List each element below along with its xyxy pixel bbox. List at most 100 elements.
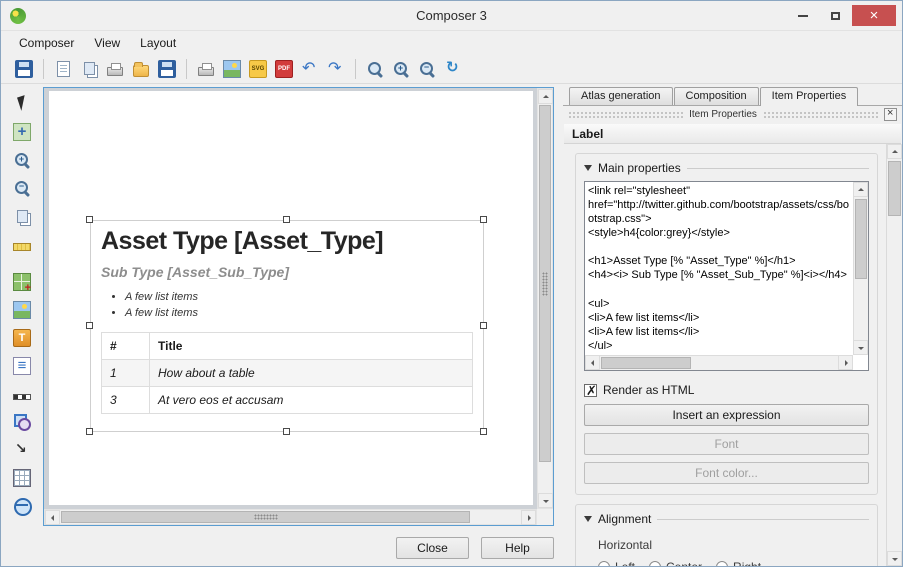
scroll-down-arrow[interactable] — [853, 340, 868, 355]
label-item-subheading: Sub Type [Asset_Sub_Type] — [101, 264, 473, 280]
save-project-button[interactable] — [11, 56, 37, 82]
selection-handle[interactable] — [480, 428, 487, 435]
undo-button[interactable] — [297, 56, 323, 82]
add-scalebar-button[interactable] — [9, 381, 35, 407]
zoom-full-button[interactable] — [362, 56, 388, 82]
main-properties-header[interactable]: Main properties — [584, 159, 869, 177]
alignment-header[interactable]: Alignment — [584, 510, 869, 528]
scroll-thumb[interactable] — [888, 161, 901, 216]
export-as-pdf-button[interactable] — [271, 56, 297, 82]
select-move-item-button[interactable] — [9, 91, 35, 117]
canvas-horizontal-scrollbar[interactable] — [44, 509, 537, 525]
dock-grip — [568, 111, 683, 118]
redo-button[interactable] — [323, 56, 349, 82]
scroll-down-arrow[interactable] — [538, 493, 553, 508]
add-label-button[interactable] — [9, 325, 35, 351]
scroll-up-arrow[interactable] — [887, 144, 902, 159]
minimize-button[interactable] — [788, 5, 818, 26]
radio-label: Left — [615, 560, 635, 566]
selection-handle[interactable] — [480, 322, 487, 329]
zoom-out-tool-button[interactable] — [9, 175, 35, 201]
save-icon — [15, 60, 33, 78]
label-item[interactable]: Asset Type [Asset_Type] Sub Type [Asset_… — [90, 220, 484, 432]
scroll-left-arrow[interactable] — [585, 355, 600, 370]
label-html-code[interactable]: <link rel="stylesheet" href="http://twit… — [588, 184, 850, 353]
scroll-thumb[interactable] — [539, 105, 551, 462]
render-as-html-checkbox[interactable] — [584, 384, 597, 397]
scroll-up-arrow[interactable] — [538, 89, 553, 104]
scroll-thumb[interactable] — [601, 357, 691, 369]
add-shape-button[interactable] — [9, 409, 35, 435]
selection-handle[interactable] — [86, 322, 93, 329]
add-image-button[interactable] — [9, 297, 35, 323]
legend-icon — [13, 357, 31, 375]
scroll-down-arrow[interactable] — [887, 551, 902, 566]
scroll-left-arrow[interactable] — [45, 510, 60, 525]
zoom-out-icon — [13, 179, 31, 197]
scalebar-icon — [13, 394, 31, 400]
menu-composer[interactable]: Composer — [9, 33, 84, 53]
save-template-icon — [158, 60, 176, 78]
table-cell: 1 — [102, 359, 150, 386]
editor-horizontal-scrollbar[interactable] — [585, 355, 853, 370]
align-left-radio[interactable]: Left — [598, 560, 635, 566]
dock-titlebar[interactable]: Item Properties — [564, 107, 901, 122]
font-button[interactable]: Font — [584, 433, 869, 455]
selection-handle[interactable] — [283, 216, 290, 223]
add-attribute-table-button[interactable] — [9, 465, 35, 491]
zoom-in-tool-button[interactable] — [9, 147, 35, 173]
dock-close-button[interactable] — [884, 108, 897, 121]
editor-vertical-scrollbar[interactable] — [853, 182, 868, 355]
help-button[interactable]: Help — [481, 537, 554, 559]
selection-handle[interactable] — [86, 216, 93, 223]
add-new-map-button[interactable] — [9, 269, 35, 295]
scroll-thumb[interactable] — [855, 199, 867, 279]
canvas-vertical-scrollbar[interactable] — [537, 88, 553, 509]
save-as-template-button[interactable] — [154, 56, 180, 82]
scroll-right-arrow[interactable] — [521, 510, 536, 525]
maximize-button[interactable] — [820, 5, 850, 26]
scroll-up-arrow[interactable] — [853, 182, 868, 197]
close-button[interactable]: Close — [396, 537, 469, 559]
tab-atlas-generation[interactable]: Atlas generation — [569, 87, 673, 105]
align-right-radio[interactable]: Right — [716, 560, 761, 566]
selection-handle[interactable] — [86, 428, 93, 435]
duplicate-composer-button[interactable] — [76, 56, 102, 82]
add-arrow-button[interactable] — [9, 437, 35, 463]
group-title: Main properties — [598, 161, 681, 175]
zoom-out-button[interactable] — [414, 56, 440, 82]
load-from-template-button[interactable] — [128, 56, 154, 82]
tab-item-properties[interactable]: Item Properties — [760, 87, 859, 106]
menu-layout[interactable]: Layout — [130, 33, 186, 53]
new-composer-button[interactable] — [50, 56, 76, 82]
composer-canvas[interactable]: Asset Type [Asset_Type] Sub Type [Asset_… — [43, 87, 554, 526]
menubar: Composer View Layout — [1, 32, 902, 54]
table-cell: 3 — [102, 386, 150, 413]
close-window-button[interactable] — [852, 5, 896, 26]
thumb-grip — [254, 514, 278, 520]
print-setup-button[interactable] — [102, 56, 128, 82]
scroll-right-arrow[interactable] — [838, 355, 853, 370]
radio-label: Center — [666, 560, 702, 566]
font-color-button[interactable]: Font color... — [584, 462, 869, 484]
copy-item-button[interactable] — [9, 203, 35, 229]
move-item-content-button[interactable] — [9, 119, 35, 145]
export-as-svg-button[interactable] — [245, 56, 271, 82]
selection-handle[interactable] — [283, 428, 290, 435]
print-button[interactable] — [193, 56, 219, 82]
add-legend-button[interactable] — [9, 353, 35, 379]
selection-handle[interactable] — [480, 216, 487, 223]
insert-expression-button[interactable]: Insert an expression — [584, 404, 869, 426]
duplicate-composer-icon — [84, 62, 95, 75]
label-html-editor[interactable]: <link rel="stylesheet" href="http://twit… — [584, 181, 869, 371]
zoom-in-button[interactable] — [388, 56, 414, 82]
menu-view[interactable]: View — [84, 33, 130, 53]
scroll-thumb[interactable] — [61, 511, 470, 523]
add-html-frame-button[interactable] — [9, 493, 35, 519]
tab-composition[interactable]: Composition — [674, 87, 759, 105]
align-items-button[interactable] — [9, 231, 35, 257]
align-center-radio[interactable]: Center — [649, 560, 702, 566]
panel-vertical-scrollbar[interactable] — [886, 144, 902, 566]
refresh-view-button[interactable] — [440, 56, 466, 82]
export-as-image-button[interactable] — [219, 56, 245, 82]
